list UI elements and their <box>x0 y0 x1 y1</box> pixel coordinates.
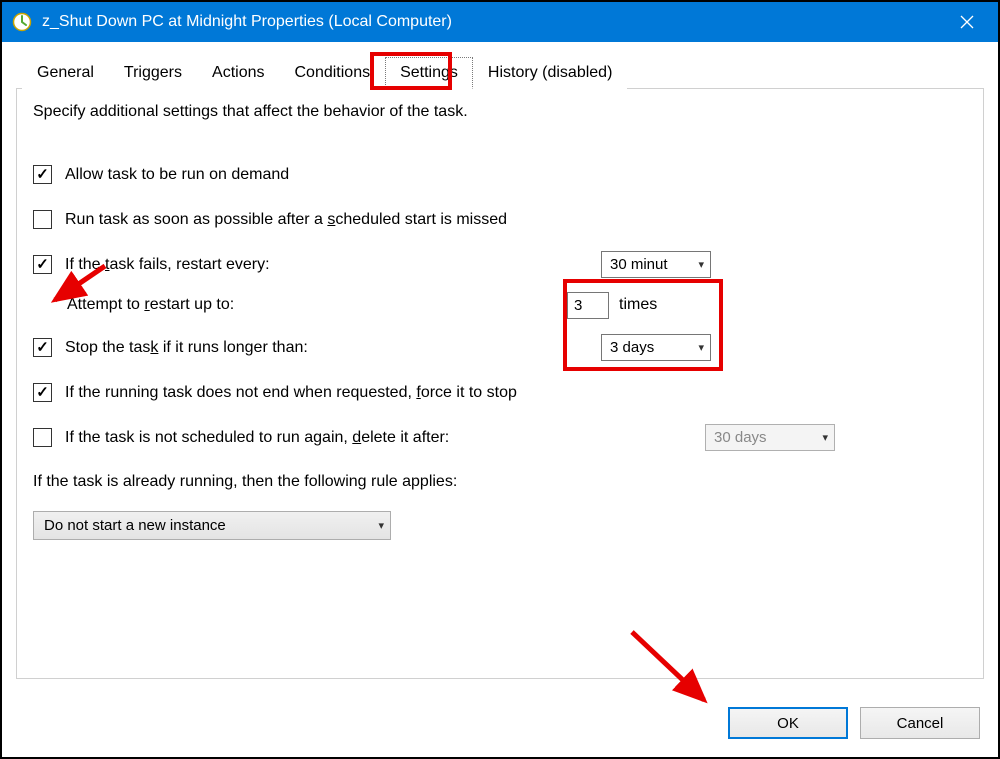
scheduler-icon <box>12 12 32 32</box>
checkbox-allow-demand[interactable] <box>33 165 52 184</box>
dropdown-delete-duration: 30 days ▾ <box>705 424 835 451</box>
settings-panel: Specify additional settings that affect … <box>16 89 984 679</box>
tab-settings[interactable]: Settings <box>385 57 473 89</box>
tab-history[interactable]: History (disabled) <box>473 57 627 89</box>
label-attempt: Attempt to restart up to: <box>67 296 967 314</box>
tab-actions[interactable]: Actions <box>197 57 279 89</box>
dropdown-stop-duration[interactable]: 3 days ▾ <box>601 334 711 361</box>
dropdown-restart-interval[interactable]: 30 minut ▾ <box>601 251 711 278</box>
stop-duration-wrap: 3 days ▾ <box>601 334 711 361</box>
label-force-stop: If the running task does not end when re… <box>65 384 967 402</box>
tab-conditions[interactable]: Conditions <box>279 57 385 89</box>
titlebar: z_Shut Down PC at Midnight Properties (L… <box>2 2 998 42</box>
chevron-down-icon: ▾ <box>698 258 704 271</box>
row-force-stop: If the running task does not end when re… <box>33 383 967 402</box>
window-frame: z_Shut Down PC at Midnight Properties (L… <box>0 0 1000 759</box>
dropdown-concurrency-rule[interactable]: Do not start a new instance ▾ <box>33 511 391 540</box>
window-body: General Triggers Actions Conditions Sett… <box>2 42 998 757</box>
tab-bar: General Triggers Actions Conditions Sett… <box>16 56 984 89</box>
dialog-buttons: OK Cancel <box>728 707 980 739</box>
checkbox-stop-long[interactable] <box>33 338 52 357</box>
checkbox-restart[interactable] <box>33 255 52 274</box>
label-run-missed: Run task as soon as possible after a sch… <box>65 211 967 229</box>
label-allow-demand: Allow task to be run on demand <box>65 166 967 184</box>
row-delete-after: If the task is not scheduled to run agai… <box>33 428 967 447</box>
tab-general[interactable]: General <box>22 57 109 89</box>
checkbox-force-stop[interactable] <box>33 383 52 402</box>
chevron-down-icon: ▾ <box>378 519 384 532</box>
cancel-button[interactable]: Cancel <box>860 707 980 739</box>
ok-button[interactable]: OK <box>728 707 848 739</box>
label-stop-long: Stop the task if it runs longer than: <box>65 339 967 357</box>
row-attempt: Attempt to restart up to: 3 times <box>33 296 967 314</box>
chevron-down-icon: ▾ <box>822 431 828 444</box>
attempt-count-wrap: 3 times <box>567 292 657 319</box>
settings-intro: Specify additional settings that affect … <box>33 103 967 121</box>
window-title: z_Shut Down PC at Midnight Properties (L… <box>42 13 944 31</box>
checkbox-delete-after[interactable] <box>33 428 52 447</box>
row-restart: If the task fails, restart every: 30 min… <box>33 255 967 274</box>
close-button[interactable] <box>944 2 990 42</box>
delete-duration-wrap: 30 days ▾ <box>705 424 835 451</box>
label-times: times <box>619 296 657 314</box>
label-restart: If the task fails, restart every: <box>65 256 967 274</box>
rule-label: If the task is already running, then the… <box>33 473 967 491</box>
chevron-down-icon: ▾ <box>698 341 704 354</box>
row-stop-long: Stop the task if it runs longer than: 3 … <box>33 338 967 357</box>
checkbox-run-missed[interactable] <box>33 210 52 229</box>
input-attempt-count[interactable]: 3 <box>567 292 609 319</box>
tab-triggers[interactable]: Triggers <box>109 57 197 89</box>
restart-interval-wrap: 30 minut ▾ <box>601 251 711 278</box>
row-allow-demand: Allow task to be run on demand <box>33 165 967 184</box>
row-run-missed: Run task as soon as possible after a sch… <box>33 210 967 229</box>
